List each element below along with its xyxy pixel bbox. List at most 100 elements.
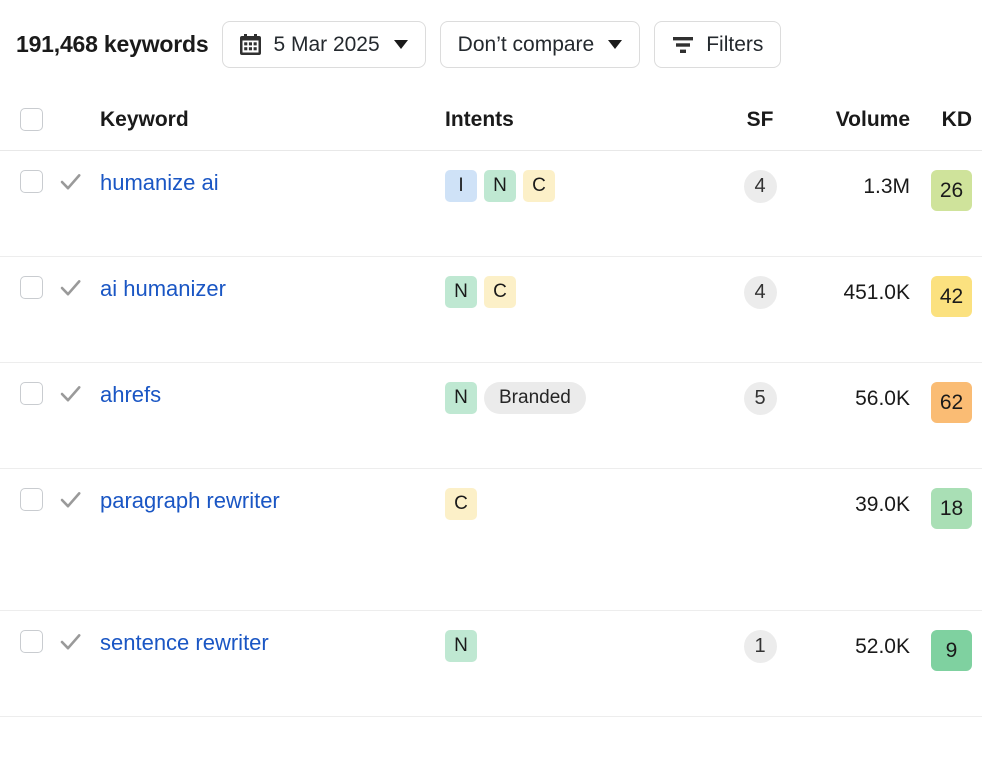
select-all-cell	[0, 108, 48, 131]
keyword-cell: paragraph rewriter	[92, 488, 445, 514]
intent-badge-i[interactable]: I	[445, 170, 477, 202]
calendar-icon	[240, 34, 261, 55]
row-checkbox[interactable]	[20, 630, 43, 653]
row-status-cell	[48, 488, 92, 511]
sf-value[interactable]: 4	[744, 276, 777, 309]
row-checkbox[interactable]	[20, 488, 43, 511]
volume-cell: 56.0K	[795, 382, 910, 415]
intents-cell: NBranded	[445, 382, 725, 414]
column-header-sf[interactable]: SF	[725, 108, 795, 132]
keyword-link[interactable]: ai humanizer	[100, 276, 226, 302]
kd-badge[interactable]: 62	[931, 382, 972, 423]
row-status-cell	[48, 276, 92, 299]
row-status-cell	[48, 170, 92, 193]
volume-cell: 451.0K	[795, 276, 910, 309]
table-header: Keyword Intents SF Volume KD	[0, 89, 982, 151]
keyword-cell: ahrefs	[92, 382, 445, 408]
branded-badge[interactable]: Branded	[484, 382, 586, 414]
intent-badge-group: NBranded	[445, 382, 725, 414]
volume-cell: 39.0K	[795, 488, 910, 521]
keyword-cell: humanize ai	[92, 170, 445, 196]
row-select-cell	[0, 276, 48, 299]
column-header-intents[interactable]: Intents	[445, 108, 725, 132]
filters-button[interactable]: Filters	[654, 21, 781, 68]
check-icon	[59, 276, 82, 299]
sf-value[interactable]: 5	[744, 382, 777, 415]
row-select-cell	[0, 488, 48, 511]
intent-badge-c[interactable]: C	[445, 488, 477, 520]
intent-badge-n[interactable]: N	[445, 382, 477, 414]
intent-badge-c[interactable]: C	[484, 276, 516, 308]
keyword-cell: ai humanizer	[92, 276, 445, 302]
intents-cell: C	[445, 488, 725, 520]
intent-badge-n[interactable]: N	[445, 276, 477, 308]
column-header-kd[interactable]: KD	[910, 108, 982, 132]
chevron-down-icon	[608, 40, 622, 49]
intents-cell: N	[445, 630, 725, 662]
intent-badge-n[interactable]: N	[484, 170, 516, 202]
intent-badge-c[interactable]: C	[523, 170, 555, 202]
chevron-down-icon	[394, 40, 408, 49]
row-select-cell	[0, 382, 48, 405]
compare-button[interactable]: Don’t compare	[440, 21, 641, 68]
kd-badge[interactable]: 9	[931, 630, 972, 671]
row-checkbox[interactable]	[20, 170, 43, 193]
filters-label: Filters	[706, 33, 763, 57]
intents-cell: INC	[445, 170, 725, 202]
keyword-cell: sentence rewriter	[92, 630, 445, 656]
kd-cell: 9	[910, 630, 982, 671]
table-row[interactable]: sentence rewriter N 1 52.0K 9	[0, 611, 982, 717]
table-row[interactable]: ahrefs NBranded 5 56.0K 62	[0, 363, 982, 469]
kd-badge[interactable]: 42	[931, 276, 972, 317]
sf-cell: 4	[725, 170, 795, 203]
sf-cell	[725, 488, 795, 521]
date-picker-button[interactable]: 5 Mar 2025	[222, 21, 425, 68]
kd-cell: 18	[910, 488, 982, 529]
kd-badge[interactable]: 18	[931, 488, 972, 529]
intent-badge-n[interactable]: N	[445, 630, 477, 662]
keyword-link[interactable]: ahrefs	[100, 382, 161, 408]
sf-value[interactable]: 4	[744, 170, 777, 203]
select-all-checkbox[interactable]	[20, 108, 43, 131]
sf-cell: 1	[725, 630, 795, 663]
volume-value[interactable]: 56.0K	[855, 387, 910, 410]
kd-cell: 42	[910, 276, 982, 317]
volume-value[interactable]: 451.0K	[843, 281, 910, 304]
row-status-cell	[48, 382, 92, 405]
intent-badge-group: N	[445, 630, 725, 662]
row-select-cell	[0, 170, 48, 193]
row-checkbox[interactable]	[20, 276, 43, 299]
row-status-cell	[48, 630, 92, 653]
intents-cell: NC	[445, 276, 725, 308]
keyword-link[interactable]: sentence rewriter	[100, 630, 269, 656]
keyword-link[interactable]: paragraph rewriter	[100, 488, 280, 514]
keyword-count: 191,468 keywords	[16, 31, 208, 58]
sf-value[interactable]: 1	[744, 630, 777, 663]
keyword-table-body: humanize aiINC41.3M26ai humanizerNC4451.…	[0, 151, 982, 717]
volume-cell: 1.3M	[795, 170, 910, 203]
row-checkbox[interactable]	[20, 382, 43, 405]
volume-value[interactable]: 52.0K	[855, 635, 910, 658]
kd-cell: 62	[910, 382, 982, 423]
toolbar: 191,468 keywords 5 Mar 2025 Don’t compar…	[0, 0, 982, 89]
intent-badge-group: NC	[445, 276, 725, 308]
check-icon	[59, 630, 82, 653]
kd-cell: 26	[910, 170, 982, 211]
kd-badge[interactable]: 26	[931, 170, 972, 211]
check-icon	[59, 488, 82, 511]
column-header-volume[interactable]: Volume	[795, 108, 910, 132]
sf-empty	[744, 488, 777, 521]
table-row[interactable]: humanize ai INC 4 1.3M 26	[0, 151, 982, 257]
sf-cell: 5	[725, 382, 795, 415]
column-header-keyword[interactable]: Keyword	[92, 108, 445, 132]
table-row[interactable]: paragraph rewriter C 39.0K 18	[0, 469, 982, 611]
volume-value[interactable]: 39.0K	[855, 493, 910, 516]
check-icon	[59, 170, 82, 193]
compare-label: Don’t compare	[458, 33, 595, 57]
intent-badge-group: C	[445, 488, 725, 520]
filter-icon	[672, 36, 694, 54]
volume-value[interactable]: 1.3M	[863, 175, 910, 198]
table-row[interactable]: ai humanizer NC 4 451.0K 42	[0, 257, 982, 363]
volume-cell: 52.0K	[795, 630, 910, 663]
keyword-link[interactable]: humanize ai	[100, 170, 219, 196]
